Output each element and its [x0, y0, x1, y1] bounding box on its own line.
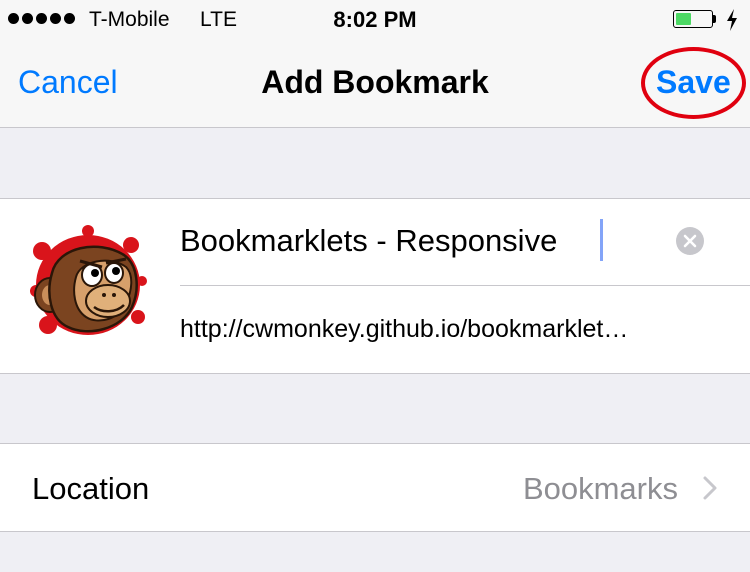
divider	[180, 285, 750, 286]
save-button[interactable]: Save	[656, 64, 731, 101]
cancel-button[interactable]: Cancel	[18, 64, 118, 101]
battery-icon	[673, 10, 717, 30]
location-row[interactable]: Location Bookmarks	[0, 443, 750, 532]
status-bar: T-Mobile LTE 8:02 PM	[0, 0, 750, 40]
clear-x-icon[interactable]	[676, 227, 704, 255]
navigation-bar: Cancel Add Bookmark Save	[0, 40, 750, 128]
bolt-icon	[727, 9, 737, 31]
bookmark-title-input[interactable]	[180, 217, 660, 265]
bookmark-url: http://cwmonkey.github.io/bookmarklet…	[180, 315, 629, 343]
chevron-right-icon	[703, 476, 717, 500]
text-cursor	[600, 219, 603, 261]
monkey-favicon	[30, 225, 147, 335]
location-value: Bookmarks	[522, 471, 678, 506]
bookmark-card: http://cwmonkey.github.io/bookmarklet…	[0, 198, 750, 374]
location-label: Location	[32, 471, 150, 506]
status-time: 8:02 PM	[333, 7, 417, 32]
